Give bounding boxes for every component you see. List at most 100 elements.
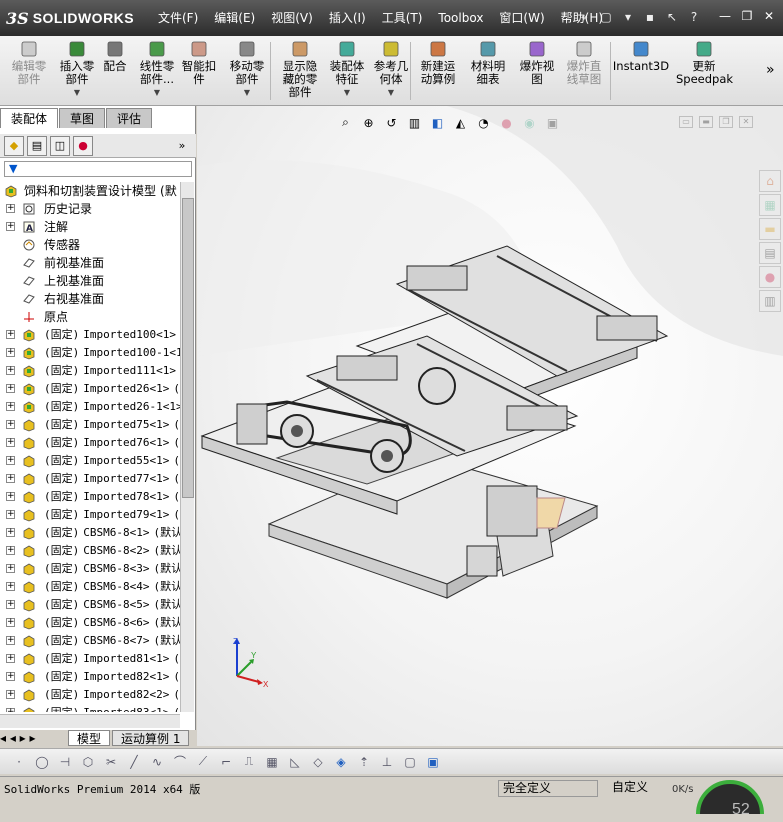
tab-sketch[interactable]: 草图 <box>59 108 105 128</box>
expand-toggle-icon[interactable]: + <box>6 384 15 393</box>
expand-panel-icon[interactable]: » <box>172 136 192 156</box>
offset-icon[interactable]: ⌒ <box>171 753 189 771</box>
ribbon-new-motion-study-button[interactable]: 新建运 动算例 <box>416 40 460 102</box>
help-icon[interactable]: ? <box>685 8 703 26</box>
ribbon-mate-button[interactable]: 配合 <box>98 40 132 102</box>
expand-toggle-icon[interactable]: + <box>6 420 15 429</box>
spline-icon[interactable]: ∿ <box>148 753 166 771</box>
ribbon-smart-fasteners-button[interactable]: 智能扣 件 <box>178 40 220 102</box>
ribbon-edit-component-button[interactable]: 编辑零 部件 <box>8 40 50 102</box>
tree-item[interactable]: 原点 <box>0 308 180 326</box>
configuration-manager-icon[interactable]: ◫ <box>50 136 70 156</box>
dimension-icon[interactable]: ⎍ <box>240 753 258 771</box>
tree-item[interactable]: +(固定)Imported82<2>(默 <box>0 686 180 704</box>
menu-insert[interactable]: 插入(I) <box>321 9 374 27</box>
tree-item[interactable]: +(固定)CBSM6-8<6>(默认 <box>0 614 180 632</box>
expand-toggle-icon[interactable]: + <box>6 600 15 609</box>
tree-item[interactable]: +(固定)Imported77<1>(默 <box>0 470 180 488</box>
dropdown-arrow-icon[interactable]: ▼ <box>368 86 414 99</box>
tab-nav-arrows[interactable]: ◂ ◂ ▸ ▸ <box>0 731 68 745</box>
ribbon-exploded-view-button[interactable]: 爆炸视 图 <box>516 40 558 102</box>
expand-toggle-icon[interactable]: + <box>6 618 15 627</box>
expand-toggle-icon[interactable]: + <box>6 510 15 519</box>
sketch-line-icon[interactable]: ⟋ <box>194 753 212 771</box>
pin-icon[interactable]: ⌖ <box>575 8 593 26</box>
expand-toggle-icon[interactable]: + <box>6 528 15 537</box>
tab-evaluate[interactable]: 评估 <box>106 108 152 128</box>
trim-icon[interactable]: ✂ <box>102 753 120 771</box>
scrollbar-thumb[interactable] <box>182 198 194 498</box>
tree-item[interactable]: +(固定)CBSM6-8<2>(默认 <box>0 542 180 560</box>
expand-toggle-icon[interactable]: + <box>6 366 15 375</box>
move-entity-icon[interactable]: ⇡ <box>355 753 373 771</box>
menu-edit[interactable]: 编辑(E) <box>206 9 263 27</box>
line-icon[interactable]: ╱ <box>125 753 143 771</box>
expand-toggle-icon[interactable]: + <box>6 492 15 501</box>
ribbon-more-icon[interactable]: » <box>766 62 775 78</box>
tree-item[interactable]: +(固定)Imported76<1>(默 <box>0 434 180 452</box>
expand-toggle-icon[interactable]: + <box>6 708 15 712</box>
solidworks-logo[interactable]: 3S SOLIDWORKS <box>6 6 134 30</box>
expand-toggle-icon[interactable]: + <box>6 222 15 231</box>
tree-item[interactable]: +(固定)Imported78<1>(默 <box>0 488 180 506</box>
expand-toggle-icon[interactable]: + <box>6 330 15 339</box>
tree-item[interactable]: +(固定)CBSM6-8<3>(默认 <box>0 560 180 578</box>
corner-rectangle-icon[interactable]: ⌐ <box>217 753 235 771</box>
open-folder-icon[interactable]: ▾ <box>619 8 637 26</box>
expand-toggle-icon[interactable]: + <box>6 456 15 465</box>
tree-item[interactable]: 前视基准面 <box>0 254 180 272</box>
expand-toggle-icon[interactable]: + <box>6 564 15 573</box>
centerline-icon[interactable]: ⊣ <box>56 753 74 771</box>
grid-icon[interactable]: ▦ <box>263 753 281 771</box>
expand-toggle-icon[interactable]: + <box>6 546 15 555</box>
expand-toggle-icon[interactable]: + <box>6 402 15 411</box>
ribbon-linear-pattern-button[interactable]: 线性零 部件...▼ <box>136 40 178 102</box>
expand-toggle-icon[interactable]: + <box>6 438 15 447</box>
tree-item[interactable]: +(固定)CBSM6-8<5>(默认 <box>0 596 180 614</box>
tree-item[interactable]: +(固定)Imported100-1<1> <box>0 344 180 362</box>
circle-icon[interactable]: ◯ <box>33 753 51 771</box>
ribbon-insert-component-button[interactable]: 插入零 部件▼ <box>56 40 98 102</box>
expand-toggle-icon[interactable]: + <box>6 582 15 591</box>
dropdown-arrow-icon[interactable]: ▼ <box>136 86 178 99</box>
filter-field[interactable]: ▼ <box>4 161 192 177</box>
menu-view[interactable]: 视图(V) <box>263 9 321 27</box>
ribbon-assembly-features-button[interactable]: 装配体 特征▼ <box>326 40 368 102</box>
tree-item[interactable]: +(固定)Imported83<1>( <box>0 704 180 712</box>
tree-item[interactable]: 饲料和切割装置设计模型(默 <box>0 182 180 200</box>
tree-item[interactable]: +(固定)Imported81<1>(默 <box>0 650 180 668</box>
expand-toggle-icon[interactable]: + <box>6 474 15 483</box>
menu-tools[interactable]: 工具(T) <box>374 9 431 27</box>
dropdown-arrow-icon[interactable]: ▼ <box>224 86 270 99</box>
box-icon[interactable]: ▢ <box>401 753 419 771</box>
feature-manager-icon[interactable]: ◆ <box>4 136 24 156</box>
tree-item[interactable]: +(固定)Imported55<1>(默 <box>0 452 180 470</box>
ribbon-reference-geometry-button[interactable]: 参考几 何体▼ <box>368 40 414 102</box>
expand-toggle-icon[interactable]: + <box>6 654 15 663</box>
save-icon[interactable]: ▪ <box>641 8 659 26</box>
ribbon-instant3d-button[interactable]: Instant3D <box>612 40 670 102</box>
shaded-box-icon[interactable]: ▣ <box>424 753 442 771</box>
mirror-icon[interactable]: ◇ <box>309 753 327 771</box>
tab-assembly[interactable]: 装配体 <box>0 108 58 128</box>
tree-item[interactable]: +历史记录 <box>0 200 180 218</box>
tree-vertical-scrollbar[interactable] <box>180 182 194 712</box>
minimize-button[interactable]: — <box>716 8 734 24</box>
tree-item[interactable]: +A注解 <box>0 218 180 236</box>
tree-item[interactable]: 传感器 <box>0 236 180 254</box>
ribbon-show-hidden-button[interactable]: 显示隐 藏的零 部件 <box>276 40 324 102</box>
tree-item[interactable]: +(固定)CBSM6-8<1>(默认 <box>0 524 180 542</box>
tree-item[interactable]: +(固定)Imported82<1>(默 <box>0 668 180 686</box>
tab-model[interactable]: 模型 <box>68 730 110 746</box>
tree-item[interactable]: 右视基准面 <box>0 290 180 308</box>
cursor-icon[interactable]: ↖ <box>663 8 681 26</box>
status-custom[interactable]: 自定义 <box>612 780 648 797</box>
dropdown-arrow-icon[interactable]: ▼ <box>56 86 98 99</box>
polygon-icon[interactable]: ⬡ <box>79 753 97 771</box>
tree-item[interactable]: +(固定)Imported26<1>(默 <box>0 380 180 398</box>
ribbon-move-component-button[interactable]: 移动零 部件▼ <box>224 40 270 102</box>
menu-window[interactable]: 窗口(W) <box>491 9 552 27</box>
ribbon-explode-line-sketch-button[interactable]: 爆炸直 线草图 <box>562 40 606 102</box>
close-button[interactable]: ✕ <box>760 8 778 24</box>
tree-item[interactable]: +(固定)Imported75<1>(默 <box>0 416 180 434</box>
